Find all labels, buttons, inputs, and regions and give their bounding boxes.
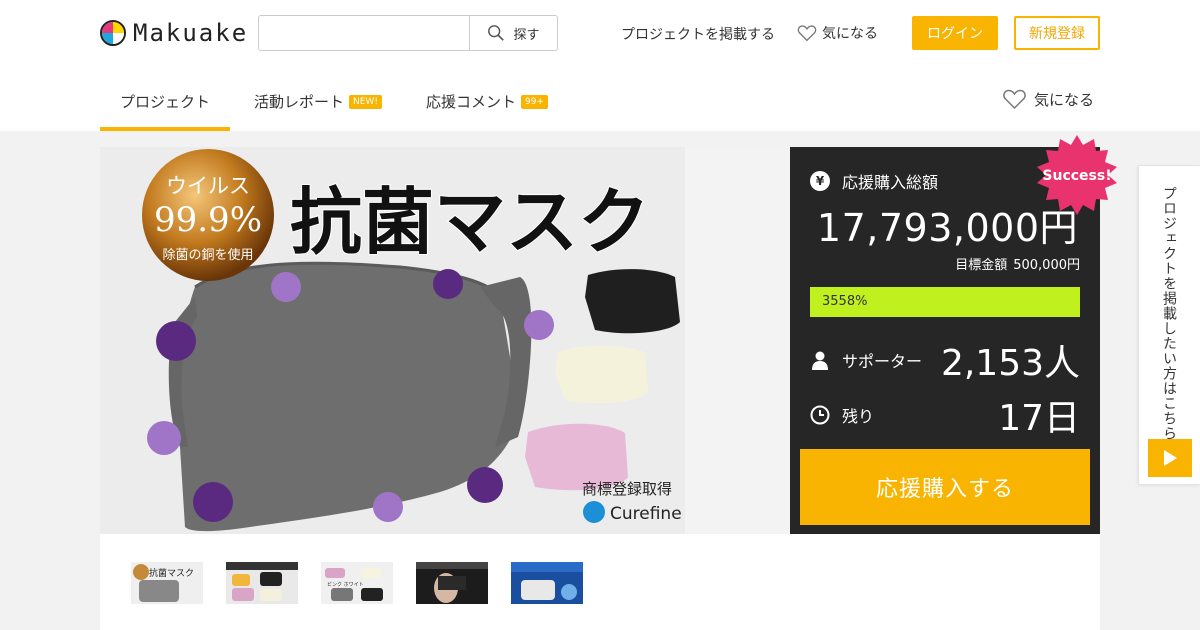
goal-amount-row: 目標金額 500,000円 (955, 254, 1080, 273)
post-project-link[interactable]: プロジェクトを掲載する (621, 24, 775, 44)
remaining-days: 17日 (998, 398, 1080, 439)
supporters-label: サポーター (842, 352, 923, 371)
circle-text-percent: 99.9% (154, 200, 262, 240)
header-favorite-label: 気になる (822, 26, 878, 42)
thumbnail-4[interactable] (416, 562, 488, 604)
tab-favorite-label: 気になる (1034, 90, 1095, 109)
heart-icon (797, 25, 817, 42)
trademark-text: 商標登録取得 (582, 480, 672, 498)
buy-button[interactable]: 応援購入する (800, 449, 1090, 525)
thumbnail-strip: 抗菌マスク ピンク ホワイト (100, 534, 1100, 630)
supporters-row: サポーター 2,153人 (810, 337, 1080, 384)
total-label: 応援購入総額 (842, 173, 939, 192)
side-tab-text: プロジェクトを掲載したい方はこちら (1161, 186, 1177, 441)
thumbnail-caption: ピンク ホワイト (327, 582, 364, 588)
post-project-side-tab[interactable]: プロジェクトを掲載したい方はこちら (1138, 165, 1200, 485)
site-header: Makuake 探す プロジェクトを掲載する 気になる ログイン 新規登録 プロ… (0, 0, 1200, 131)
tab-project-label: プロジェクト (119, 93, 210, 111)
thumbnail-3[interactable]: ピンク ホワイト (321, 562, 393, 604)
comment-count-badge: 99+ (520, 94, 548, 109)
search-button-label: 探す (513, 27, 540, 43)
tab-comments[interactable]: 応援コメント 99+ (426, 72, 548, 131)
thumbnail-image: ピンク ホワイト (321, 562, 393, 604)
thumbnail-image (511, 562, 583, 604)
progress-percent: 3558% (822, 294, 868, 309)
signup-button[interactable]: 新規登録 (1014, 16, 1100, 50)
tab-activity-report[interactable]: 活動レポート NEW! (254, 72, 382, 131)
new-badge: NEW! (349, 94, 382, 109)
thumbnail-image: 抗菌マスク (131, 562, 203, 604)
curefine-logo-text: Curefine (610, 504, 682, 524)
search-icon (488, 25, 505, 41)
goal-amount: 500,000円 (1013, 258, 1080, 273)
success-badge-text: Success! (1042, 168, 1111, 184)
remaining-row: 残り 17日 (810, 392, 1080, 439)
thumbnail-image (416, 562, 488, 604)
login-button[interactable]: ログイン (912, 16, 998, 50)
tab-favorite-button[interactable]: 気になる (1002, 88, 1094, 110)
search-input[interactable] (259, 16, 469, 50)
yen-icon: ¥ (810, 171, 830, 191)
makuake-logo[interactable]: Makuake (100, 19, 248, 47)
thumbnail-caption: 抗菌マスク (149, 567, 194, 579)
remaining-label: 残り (842, 407, 875, 426)
goal-label: 目標金額 (955, 258, 1008, 273)
mask-product-illustration: ウイルス 99.9% 除菌の銅を使用 抗菌マスク 商標登録取得 Curefine (100, 147, 790, 534)
project-hero-image[interactable]: ウイルス 99.9% 除菌の銅を使用 抗菌マスク 商標登録取得 Curefine (100, 147, 790, 534)
progress-bar: 3558% (810, 287, 1080, 317)
logo-mark-icon (100, 20, 126, 46)
search-box: 探す (258, 15, 558, 51)
tab-comments-label: 応援コメント (425, 93, 516, 111)
clock-icon (810, 405, 830, 425)
header-favorite-link[interactable]: 気になる (797, 23, 878, 43)
thumbnail-1[interactable]: 抗菌マスク (131, 562, 203, 604)
circle-text-copper: 除菌の銅を使用 (162, 247, 253, 263)
tab-project[interactable]: プロジェクト (100, 72, 230, 131)
thumbnail-5[interactable] (511, 562, 583, 604)
success-badge: Success! (1037, 135, 1117, 215)
logo-text: Makuake (133, 19, 249, 47)
circle-text-virus: ウイルス (166, 174, 250, 198)
heart-icon (1003, 89, 1026, 110)
hero-headline: 抗菌マスク (290, 180, 650, 264)
thumbnail-2[interactable] (226, 562, 298, 604)
project-tabs: プロジェクト 活動レポート NEW! 応援コメント 99+ (100, 72, 548, 131)
user-icon (812, 351, 828, 370)
tab-activity-report-label: 活動レポート (254, 93, 345, 111)
side-tab-play-button[interactable] (1148, 439, 1192, 477)
thumbnail-image (226, 562, 298, 604)
search-button[interactable]: 探す (469, 16, 557, 50)
play-icon (1164, 450, 1177, 466)
supporters-count: 2,153人 (940, 343, 1080, 384)
total-label-row: ¥ 応援購入総額 (810, 169, 938, 193)
